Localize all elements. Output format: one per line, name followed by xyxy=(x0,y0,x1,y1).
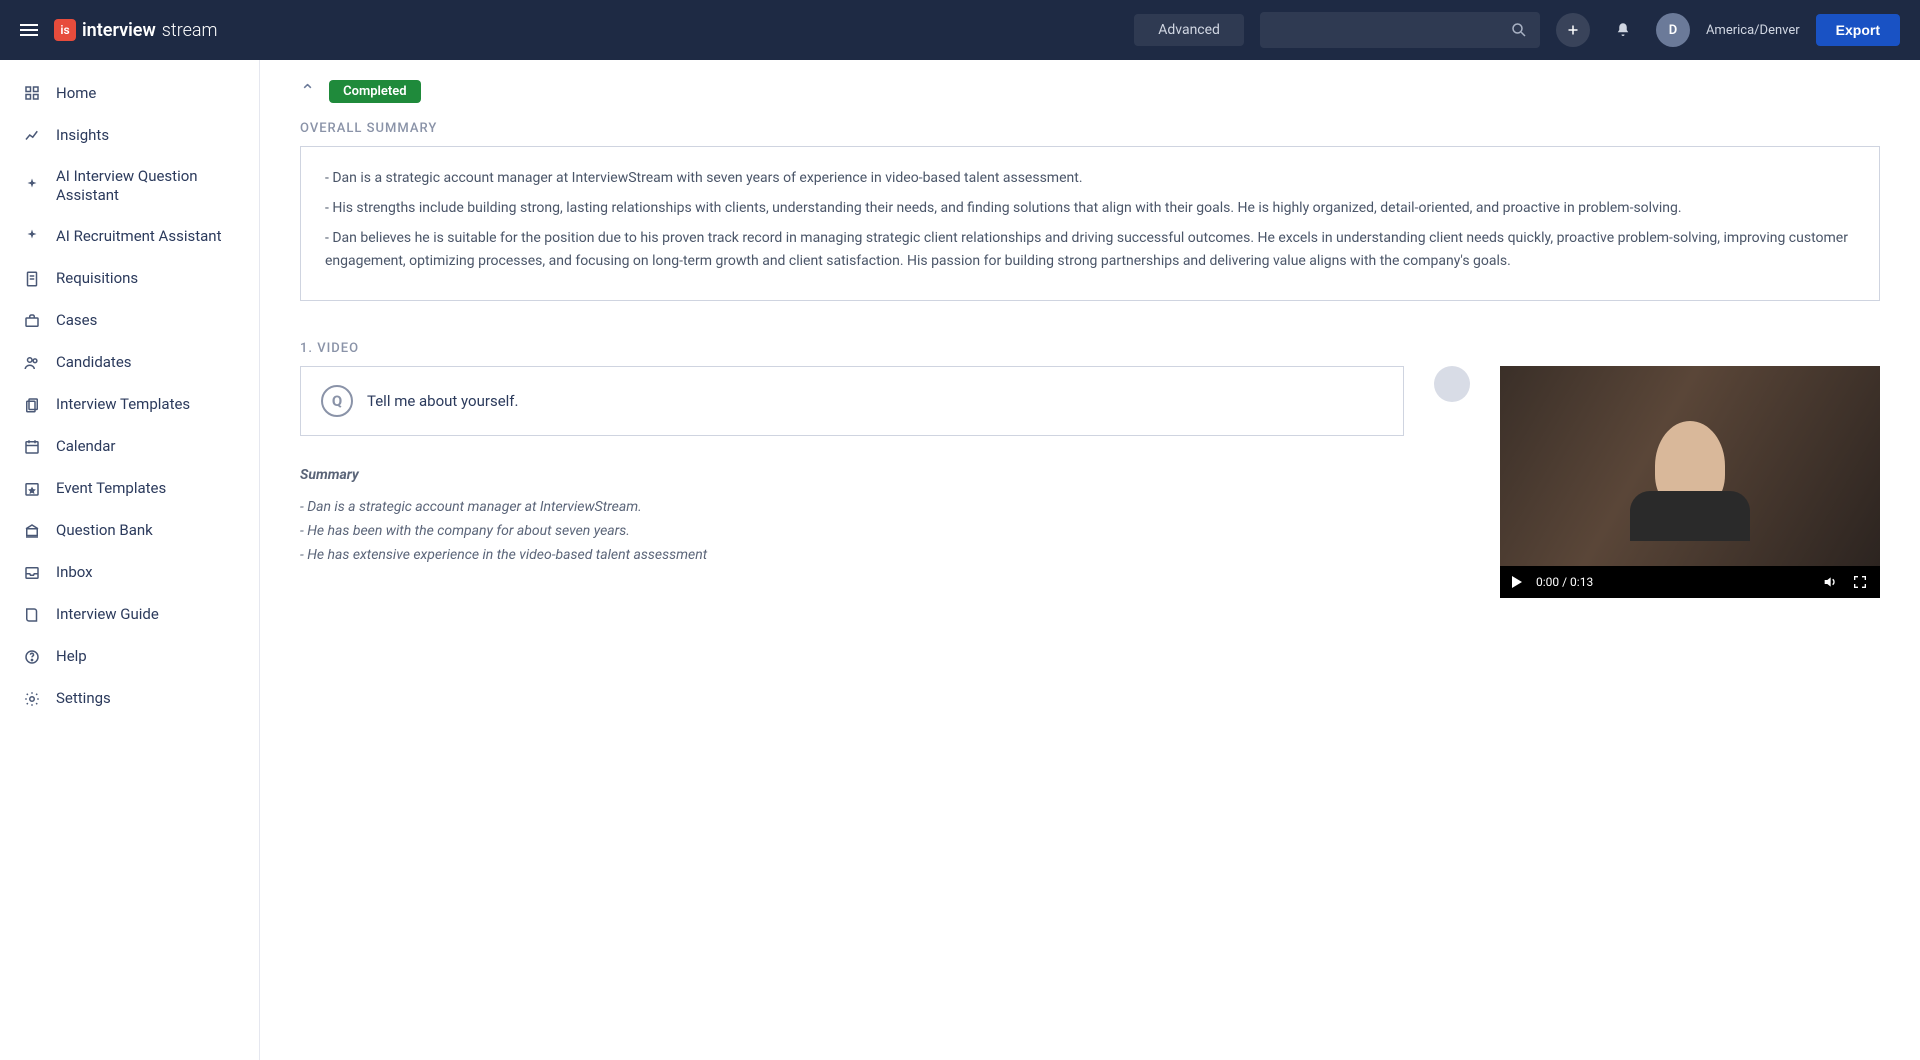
sub-summary-line: - He has been with the company for about… xyxy=(300,520,760,544)
content-top-row: ⌃ Completed xyxy=(300,80,1880,103)
sidebar-item-label: Help xyxy=(56,647,87,666)
sidebar-item-label: Interview Guide xyxy=(56,605,159,624)
grid-icon xyxy=(22,83,42,103)
brand-logo: is interview stream xyxy=(54,19,218,41)
sidebar-item-label: Candidates xyxy=(56,353,132,372)
sparkle-icon xyxy=(22,176,42,196)
app-root: is interview stream Advanced D America/De… xyxy=(0,0,1920,1060)
summary-line: - Dan believes he is suitable for the po… xyxy=(325,227,1855,275)
video-player[interactable]: 0:00 / 0:13 xyxy=(1500,366,1880,598)
sidebar: Home Insights AI Interview Question Assi… xyxy=(0,60,260,1060)
play-icon[interactable] xyxy=(1512,576,1522,588)
video-thumbnail[interactable] xyxy=(1500,366,1880,566)
sidebar-item-ai-recruitment-assistant[interactable]: AI Recruitment Assistant xyxy=(0,216,259,258)
body-layout: Home Insights AI Interview Question Assi… xyxy=(0,60,1920,1060)
timezone-label: America/Denver xyxy=(1706,23,1800,38)
question-mark-icon: Q xyxy=(321,385,353,417)
sidebar-item-candidates[interactable]: Candidates xyxy=(0,342,259,384)
sidebar-item-ai-question-assistant[interactable]: AI Interview Question Assistant xyxy=(0,156,259,216)
sidebar-item-label: Interview Templates xyxy=(56,395,190,414)
sidebar-item-label: AI Interview Question Assistant xyxy=(56,167,237,205)
summary-line: - His strengths include building strong,… xyxy=(325,197,1855,221)
sidebar-item-interview-guide[interactable]: Interview Guide xyxy=(0,594,259,636)
video-row: Q Tell me about yourself. Summary - Dan … xyxy=(300,366,1880,598)
main-content: ⌃ Completed OVERALL SUMMARY - Dan is a s… xyxy=(260,60,1920,1060)
copy-icon xyxy=(22,395,42,415)
sidebar-item-requisitions[interactable]: Requisitions xyxy=(0,258,259,300)
question-text: Tell me about yourself. xyxy=(367,392,518,410)
sub-summary-line: - Dan is a strategic account manager at … xyxy=(300,496,760,520)
brand-mark-icon: is xyxy=(54,19,76,41)
question-summary-block: Summary - Dan is a strategic account man… xyxy=(300,464,760,567)
person-silhouette-icon xyxy=(1655,421,1725,511)
video-timecode: 0:00 / 0:13 xyxy=(1536,575,1593,589)
sparkle-icon xyxy=(22,227,42,247)
brand-name-bold: interview xyxy=(82,20,156,41)
sub-summary-title: Summary xyxy=(300,464,760,488)
status-badge: Completed xyxy=(329,80,421,103)
chart-icon xyxy=(22,125,42,145)
sidebar-item-label: Home xyxy=(56,84,96,103)
question-card: Q Tell me about yourself. xyxy=(300,366,1404,436)
search-icon xyxy=(1510,21,1528,39)
sidebar-item-interview-templates[interactable]: Interview Templates xyxy=(0,384,259,426)
hamburger-menu-icon[interactable] xyxy=(20,24,38,36)
summary-line: - Dan is a strategic account manager at … xyxy=(325,167,1855,191)
chevron-up-icon[interactable]: ⌃ xyxy=(300,81,315,102)
book-icon xyxy=(22,605,42,625)
video-section-label: 1. VIDEO xyxy=(300,341,1880,356)
user-avatar[interactable]: D xyxy=(1656,13,1690,47)
briefcase-icon xyxy=(22,311,42,331)
sidebar-item-label: Calendar xyxy=(56,437,116,456)
sidebar-item-label: Cases xyxy=(56,311,97,330)
add-button[interactable] xyxy=(1556,13,1590,47)
sidebar-item-label: Event Templates xyxy=(56,479,166,498)
tab-advanced[interactable]: Advanced xyxy=(1134,14,1244,46)
help-icon xyxy=(22,647,42,667)
fullscreen-icon[interactable] xyxy=(1852,574,1868,590)
sidebar-item-settings[interactable]: Settings xyxy=(0,678,259,720)
bell-icon xyxy=(1614,21,1632,39)
sidebar-item-cases[interactable]: Cases xyxy=(0,300,259,342)
calendar-icon xyxy=(22,437,42,457)
inbox-icon xyxy=(22,563,42,583)
video-controls: 0:00 / 0:13 xyxy=(1500,566,1880,598)
brand-name-thin: stream xyxy=(162,20,218,41)
plus-icon xyxy=(1564,21,1582,39)
sidebar-item-home[interactable]: Home xyxy=(0,72,259,114)
document-icon xyxy=(22,269,42,289)
volume-icon[interactable] xyxy=(1822,574,1838,590)
sidebar-item-event-templates[interactable]: Event Templates xyxy=(0,468,259,510)
search-input[interactable] xyxy=(1260,12,1540,48)
sidebar-item-label: Inbox xyxy=(56,563,93,582)
question-column: Q Tell me about yourself. Summary - Dan … xyxy=(300,366,1404,567)
sidebar-item-insights[interactable]: Insights xyxy=(0,114,259,156)
gear-icon xyxy=(22,689,42,709)
top-header: is interview stream Advanced D America/De… xyxy=(0,0,1920,60)
overall-summary-box: - Dan is a strategic account manager at … xyxy=(300,146,1880,301)
sidebar-item-question-bank[interactable]: Question Bank xyxy=(0,510,259,552)
sidebar-item-label: Requisitions xyxy=(56,269,138,288)
sidebar-item-label: Insights xyxy=(56,126,109,145)
candidate-avatar xyxy=(1434,366,1470,402)
bank-icon xyxy=(22,521,42,541)
sidebar-item-inbox[interactable]: Inbox xyxy=(0,552,259,594)
overall-summary-label: OVERALL SUMMARY xyxy=(300,121,1880,136)
sidebar-item-label: Settings xyxy=(56,689,111,708)
calendar-star-icon xyxy=(22,479,42,499)
sidebar-item-label: AI Recruitment Assistant xyxy=(56,227,221,246)
users-icon xyxy=(22,353,42,373)
video-section: 1. VIDEO Q Tell me about yourself. Summa… xyxy=(300,341,1880,598)
export-button[interactable]: Export xyxy=(1816,14,1900,46)
notifications-button[interactable] xyxy=(1606,13,1640,47)
sub-summary-line: - He has extensive experience in the vid… xyxy=(300,544,760,568)
sidebar-item-calendar[interactable]: Calendar xyxy=(0,426,259,468)
sidebar-item-help[interactable]: Help xyxy=(0,636,259,678)
sidebar-item-label: Question Bank xyxy=(56,521,153,540)
